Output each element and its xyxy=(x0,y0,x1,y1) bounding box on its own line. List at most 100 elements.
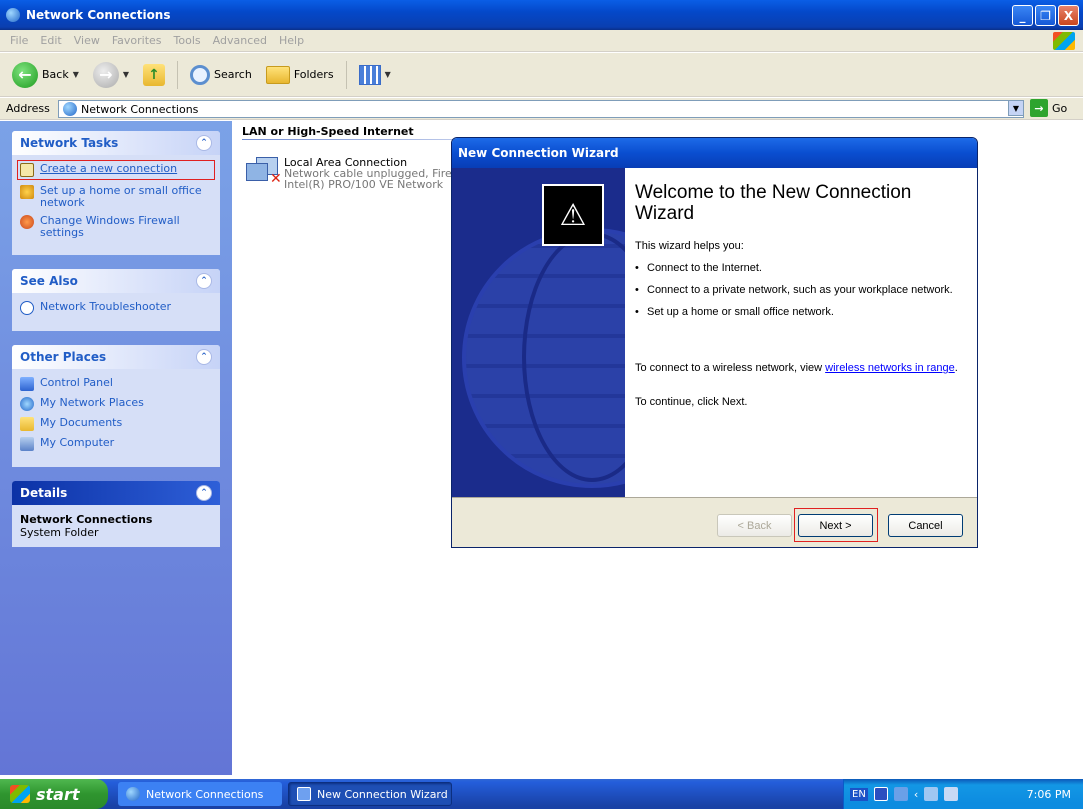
see-also-header[interactable]: See Also ⌃ xyxy=(12,269,220,293)
control-panel-icon xyxy=(20,377,34,391)
address-value: Network Connections xyxy=(81,102,199,116)
folders-icon xyxy=(265,65,290,84)
folder-up-icon: ↑ xyxy=(143,63,166,86)
views-button[interactable]: ▼ xyxy=(355,62,395,88)
firewall-icon xyxy=(20,215,34,229)
go-button[interactable]: → Go xyxy=(1030,99,1067,117)
network-troubleshooter-link[interactable]: Network Troubleshooter xyxy=(20,301,212,315)
up-button[interactable]: ↑ xyxy=(139,61,169,89)
wizard-content: Welcome to the New Connection Wizard Thi… xyxy=(625,168,977,497)
network-connections-icon xyxy=(6,8,20,22)
wizard-bullet: • Set up a home or small office network. xyxy=(635,306,834,318)
tray-chevron-icon[interactable]: ‹ xyxy=(914,788,918,801)
search-icon xyxy=(190,64,211,85)
new-connection-wizard-dialog: New Connection Wizard ⚠ Welcome to the N… xyxy=(451,137,978,548)
menu-view[interactable]: View xyxy=(68,34,106,47)
my-computer-link[interactable]: My Computer xyxy=(20,437,212,451)
forward-button[interactable]: → ▼ xyxy=(89,59,133,91)
menu-favorites[interactable]: Favorites xyxy=(106,34,168,47)
wireless-note: To connect to a wireless network, view w… xyxy=(635,362,958,374)
taskbar-new-connection-wizard[interactable]: New Connection Wizard xyxy=(288,782,452,806)
search-button[interactable]: Search xyxy=(186,62,256,88)
next-button[interactable]: Next > xyxy=(798,514,873,537)
menu-bar: File Edit View Favorites Tools Advanced … xyxy=(0,30,1083,52)
taskbar-network-connections[interactable]: Network Connections xyxy=(118,782,282,806)
start-label: start xyxy=(36,784,80,804)
back-dropdown-icon[interactable]: ▼ xyxy=(73,70,79,79)
folders-label: Folders xyxy=(293,68,334,81)
my-documents-icon xyxy=(20,417,34,431)
task-pane: Network Tasks ⌃ Create a new connection … xyxy=(0,121,232,775)
window-titlebar: Network Connections _ ❐ X xyxy=(0,0,1083,30)
menu-tools[interactable]: Tools xyxy=(168,34,207,47)
maximize-button[interactable]: ❐ xyxy=(1035,5,1056,26)
wizard-intro: This wizard helps you: xyxy=(635,240,744,252)
details-header[interactable]: Details ⌃ xyxy=(12,481,220,505)
security-alert-icon[interactable] xyxy=(944,787,959,801)
task-label: My Computer xyxy=(40,436,115,449)
system-tray: EN ‹ 7:06 PM xyxy=(843,779,1083,809)
help-icon[interactable] xyxy=(873,787,888,801)
other-places-panel: Other Places ⌃ Control Panel My Network … xyxy=(12,345,220,467)
back-arrow-icon: ← xyxy=(12,61,38,88)
menu-advanced[interactable]: Advanced xyxy=(207,34,273,47)
wizard-bullet: • Connect to a private network, such as y… xyxy=(635,284,953,296)
create-new-connection-link[interactable]: Create a new connection xyxy=(17,160,215,180)
my-network-places-link[interactable]: My Network Places xyxy=(20,397,212,411)
menu-file[interactable]: File xyxy=(4,34,34,47)
toolbar-separator xyxy=(345,60,347,89)
firewall-settings-link[interactable]: Change Windows Firewall settings xyxy=(20,215,212,239)
forward-dropdown-icon[interactable]: ▼ xyxy=(123,70,129,79)
my-computer-icon xyxy=(20,437,34,451)
collapse-icon[interactable]: ⌃ xyxy=(196,135,212,151)
window-title: Network Connections xyxy=(26,8,171,22)
collapse-icon[interactable]: ⌃ xyxy=(196,485,212,501)
details-title: Details xyxy=(20,486,68,500)
menu-edit[interactable]: Edit xyxy=(34,34,67,47)
start-button[interactable]: start xyxy=(0,779,108,809)
views-dropdown-icon: ▼ xyxy=(384,70,391,79)
wireless-networks-link[interactable]: wireless networks in range xyxy=(825,362,955,374)
my-documents-link[interactable]: My Documents xyxy=(20,417,212,431)
wizard-icon xyxy=(297,787,311,801)
wizard-heading: Welcome to the New Connection Wizard xyxy=(635,182,912,224)
wizard-title: New Connection Wizard xyxy=(452,138,977,168)
network-connections-icon xyxy=(126,787,140,801)
see-also-title: See Also xyxy=(20,274,78,288)
network-icon[interactable] xyxy=(893,787,908,801)
folders-button[interactable]: Folders xyxy=(262,63,338,87)
cancel-button[interactable]: Cancel xyxy=(888,514,963,537)
control-panel-link[interactable]: Control Panel xyxy=(20,377,212,391)
task-label: Change Windows Firewall settings xyxy=(40,214,180,239)
details-panel: Details ⌃ Network Connections System Fol… xyxy=(12,481,220,547)
task-label: Set up a home or small office network xyxy=(40,184,202,209)
network-tasks-title: Network Tasks xyxy=(20,136,119,150)
continue-note: To continue, click Next. xyxy=(635,396,748,408)
collapse-icon[interactable]: ⌃ xyxy=(196,349,212,365)
close-button[interactable]: X xyxy=(1058,5,1079,26)
network-tasks-header[interactable]: Network Tasks ⌃ xyxy=(12,131,220,155)
go-arrow-icon: → xyxy=(1030,99,1048,117)
wizard-bullet: • Connect to the Internet. xyxy=(635,262,762,274)
back-button[interactable]: ← Back ▼ xyxy=(8,59,83,91)
forward-arrow-icon: → xyxy=(92,61,119,88)
network-disconnected-icon[interactable] xyxy=(924,787,939,801)
menu-help[interactable]: Help xyxy=(273,34,310,47)
minimize-button[interactable]: _ xyxy=(1012,5,1033,26)
network-tasks-panel: Network Tasks ⌃ Create a new connection … xyxy=(12,131,220,255)
address-input[interactable]: Network Connections xyxy=(58,100,1024,118)
other-places-header[interactable]: Other Places ⌃ xyxy=(12,345,220,369)
search-label: Search xyxy=(214,68,252,81)
task-label: Network Troubleshooter xyxy=(40,300,172,313)
lan-connection-icon: ✕ xyxy=(246,157,282,195)
see-also-panel: See Also ⌃ Network Troubleshooter xyxy=(12,269,220,331)
info-icon xyxy=(20,301,34,315)
collapse-icon[interactable]: ⌃ xyxy=(196,273,212,289)
home-network-link[interactable]: Set up a home or small office network xyxy=(20,185,212,209)
details-type: System Folder xyxy=(20,526,99,539)
language-indicator[interactable]: EN xyxy=(850,787,868,801)
address-dropdown-icon[interactable]: ▼ xyxy=(1008,100,1024,116)
back-button[interactable]: < Back xyxy=(717,514,792,537)
local-area-connection-item[interactable]: ✕ Local Area Connection Network cable un… xyxy=(246,157,452,195)
task-label: Control Panel xyxy=(40,376,113,389)
